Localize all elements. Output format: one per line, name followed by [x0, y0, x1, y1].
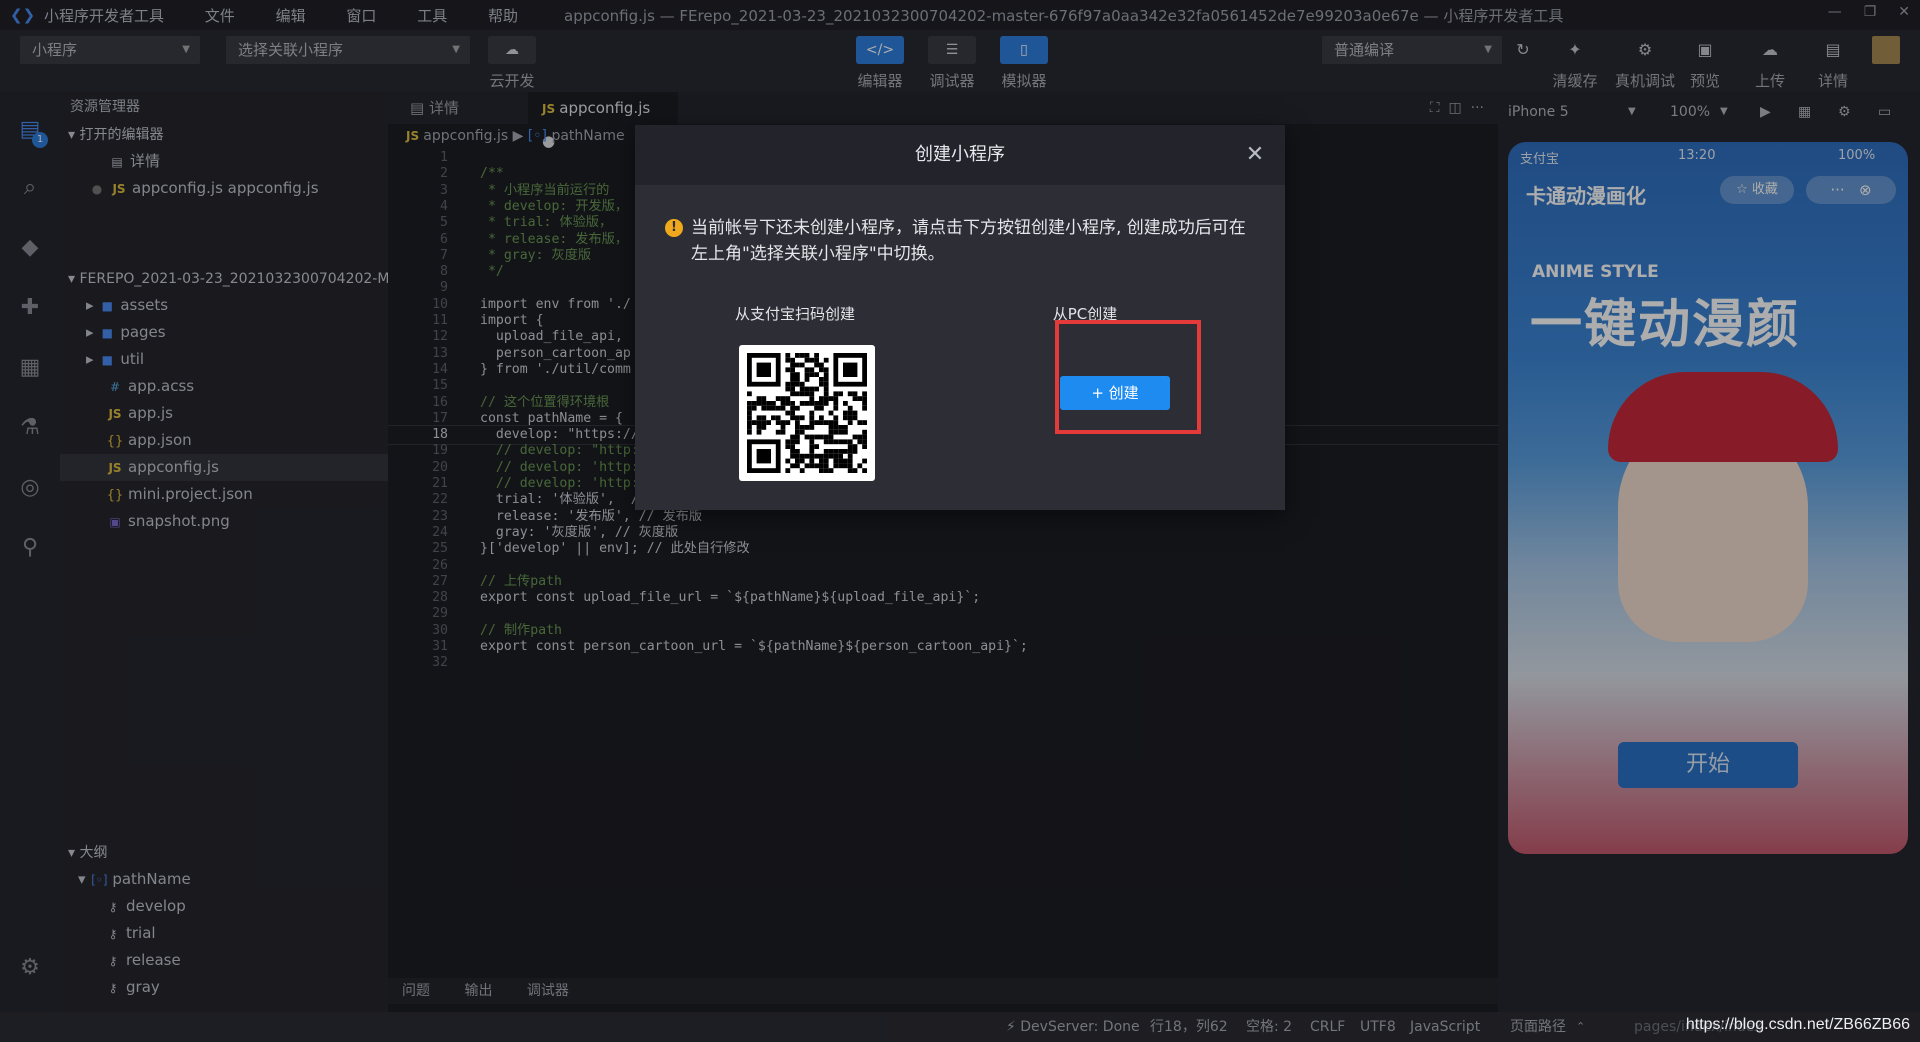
warning-message: 当前帐号下还未创建小程序，请点击下方按钮创建小程序, 创建成功后可在左上角"选择…: [691, 218, 1246, 264]
watermark: https://blog.csdn.net/ZB66ZB66: [1685, 1016, 1910, 1033]
qr-label: 从支付宝扫码创建: [734, 305, 855, 323]
qr-code-image: [739, 345, 875, 481]
warning-icon: !: [665, 219, 683, 237]
close-icon[interactable]: ✕: [1243, 143, 1267, 167]
dialog-title: 创建小程序: [635, 125, 1285, 185]
qr-code-icon: [747, 353, 867, 473]
highlight-annotation-box: [1055, 320, 1201, 434]
create-miniprogram-dialog: 创建小程序 ✕ ! 当前帐号下还未创建小程序，请点击下方按钮创建小程序, 创建成…: [635, 125, 1285, 510]
